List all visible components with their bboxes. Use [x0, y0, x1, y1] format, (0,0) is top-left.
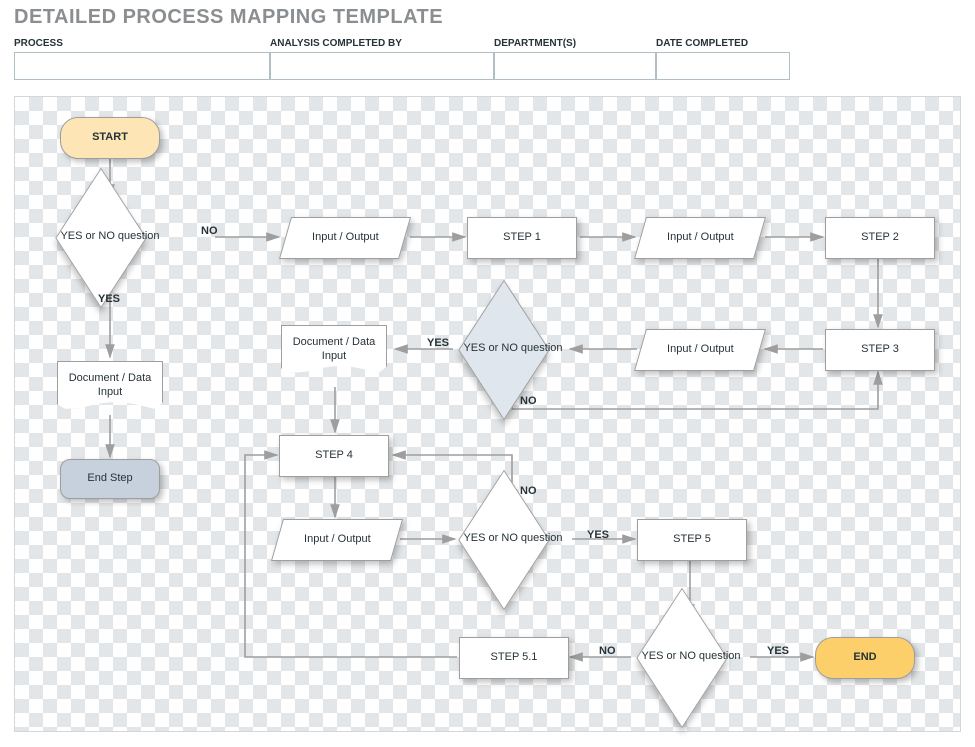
decision-2-label: YES or NO question: [463, 342, 563, 356]
step-5-label: STEP 5: [673, 533, 711, 547]
io-4-label: Input / Output: [304, 533, 371, 547]
analysis-label: ANALYSIS COMPLETED BY: [270, 38, 494, 49]
header-labels: PROCESS ANALYSIS COMPLETED BY DEPARTMENT…: [14, 38, 790, 49]
header-fields: [14, 52, 790, 80]
doc-2[interactable]: Document / Data Input: [281, 325, 387, 373]
step-5-1-label: STEP 5.1: [491, 651, 538, 665]
decision-1-no: NO: [201, 225, 218, 237]
department-field[interactable]: [494, 52, 656, 80]
io-1[interactable]: Input / Output: [279, 217, 411, 259]
step-1[interactable]: STEP 1: [467, 217, 577, 259]
arrows-layer: [15, 97, 960, 731]
io-2-label: Input / Output: [667, 231, 734, 245]
process-field[interactable]: [14, 52, 270, 80]
step-2[interactable]: STEP 2: [825, 217, 935, 259]
step-5[interactable]: STEP 5: [637, 519, 747, 561]
decision-1-yes: YES: [98, 293, 120, 305]
process-label: PROCESS: [14, 38, 270, 49]
doc-2-label: Document / Data Input: [290, 336, 378, 364]
decision-4-yes: YES: [767, 645, 789, 657]
end-label: END: [853, 651, 876, 665]
decision-4[interactable]: YES or NO question: [631, 617, 751, 697]
date-field[interactable]: [656, 52, 790, 80]
decision-2-yes: YES: [427, 337, 449, 349]
step-2-label: STEP 2: [861, 231, 899, 245]
step-3-label: STEP 3: [861, 343, 899, 357]
step-3[interactable]: STEP 3: [825, 329, 935, 371]
decision-3-label: YES or NO question: [463, 532, 563, 546]
decision-1[interactable]: YES or NO question: [50, 197, 170, 277]
decision-2[interactable]: YES or NO question: [453, 309, 573, 389]
step-4[interactable]: STEP 4: [279, 435, 389, 477]
io-3[interactable]: Input / Output: [634, 329, 766, 371]
io-3-label: Input / Output: [667, 343, 734, 357]
analysis-field[interactable]: [270, 52, 494, 80]
io-4[interactable]: Input / Output: [271, 519, 403, 561]
start-label: START: [92, 131, 128, 145]
end-step[interactable]: End Step: [60, 459, 160, 499]
date-label: DATE COMPLETED: [656, 38, 790, 49]
decision-3-no: NO: [520, 485, 537, 497]
decision-1-label: YES or NO question: [60, 230, 160, 244]
io-2[interactable]: Input / Output: [634, 217, 766, 259]
decision-3-yes: YES: [587, 529, 609, 541]
decision-3[interactable]: YES or NO question: [453, 499, 573, 579]
decision-4-no: NO: [599, 645, 616, 657]
doc-1[interactable]: Document / Data Input: [57, 361, 163, 409]
end-node[interactable]: END: [815, 637, 915, 679]
step-1-label: STEP 1: [503, 231, 541, 245]
end-step-label: End Step: [87, 472, 132, 486]
io-1-label: Input / Output: [312, 231, 379, 245]
decision-4-label: YES or NO question: [641, 650, 741, 664]
doc-1-label: Document / Data Input: [66, 372, 154, 400]
step-5-1[interactable]: STEP 5.1: [459, 637, 569, 679]
department-label: DEPARTMENT(S): [494, 38, 656, 49]
decision-2-no: NO: [520, 395, 537, 407]
flowchart-canvas: START YES or NO question NO YES Input / …: [14, 96, 961, 732]
step-4-label: STEP 4: [315, 449, 353, 463]
page-title: DETAILED PROCESS MAPPING TEMPLATE: [14, 6, 443, 29]
start-node[interactable]: START: [60, 117, 160, 159]
